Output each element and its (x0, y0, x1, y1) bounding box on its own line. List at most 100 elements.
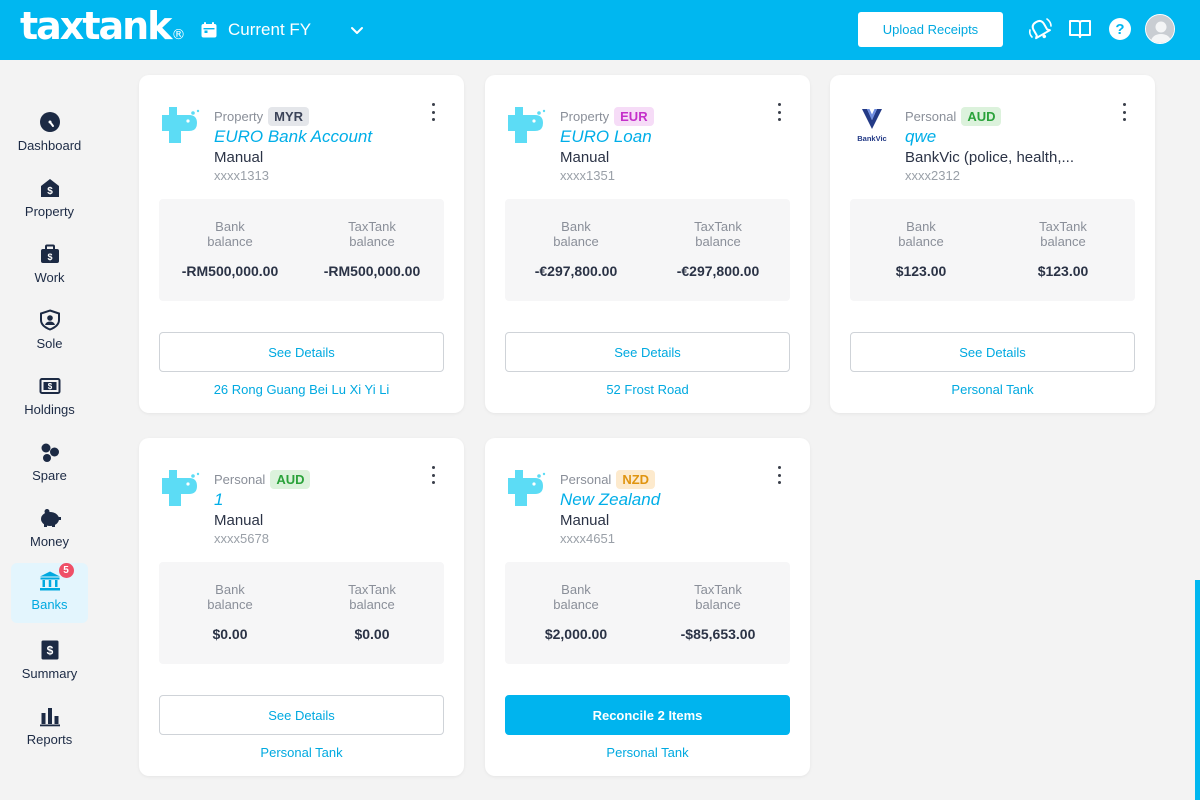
see-details-button[interactable]: See Details (159, 332, 444, 372)
calendar-icon (201, 22, 217, 38)
svg-text:BankVic: BankVic (857, 134, 886, 143)
more-options-icon[interactable] (1119, 103, 1129, 121)
currency-badge: NZD (616, 470, 656, 489)
taxtank-balance-value: -RM500,000.00 (323, 263, 421, 279)
tank-link[interactable]: Personal Tank (159, 745, 444, 760)
scrollbar[interactable] (1195, 580, 1200, 800)
sidebar-item-banks[interactable]: 5 Banks (11, 563, 88, 623)
reconcile-button[interactable]: Reconcile 2 Items (505, 695, 790, 735)
sidebar-item-reports[interactable]: Reports (11, 698, 88, 758)
holdings-icon: $ (38, 374, 62, 398)
property-icon: $ (38, 176, 62, 200)
upload-receipts-button[interactable]: Upload Receipts (858, 12, 1003, 47)
summary-icon: $ (38, 638, 62, 662)
bank-balance-label: Bank balance (553, 582, 599, 612)
piggy-bank-icon (38, 506, 62, 530)
bank-account-card[interactable]: BankVic Personal AUD qwe BankVic (police… (830, 75, 1155, 413)
taxtank-balance-label: TaxTank balance (1039, 219, 1087, 249)
spare-icon (38, 440, 62, 464)
account-type: Personal AUD (214, 470, 311, 489)
balances-panel: Bank balance $123.00 TaxTank balance $12… (850, 199, 1135, 301)
currency-badge: AUD (270, 470, 311, 489)
notification-badge: 5 (58, 563, 74, 578)
sidebar-item-holdings[interactable]: $ Holdings (11, 368, 88, 428)
sidebar-item-sole[interactable]: Sole (11, 302, 88, 362)
account-source: Manual (214, 149, 264, 166)
taxtank-balance-value: -€297,800.00 (676, 263, 760, 279)
account-type: Property EUR (560, 107, 654, 126)
taxtank-logo-icon (508, 107, 546, 143)
tank-link[interactable]: Personal Tank (850, 382, 1135, 397)
taxtank-logo-icon (508, 470, 546, 506)
taxtank-logo-icon (162, 107, 200, 143)
account-number: xxxx1313 (214, 168, 269, 183)
account-name[interactable]: 1 (214, 490, 223, 510)
fy-label: Current FY (228, 20, 312, 39)
currency-badge: AUD (961, 107, 1002, 126)
sidebar-item-dashboard[interactable]: Dashboard (11, 104, 88, 164)
sidebar-item-work[interactable]: $ Work (11, 236, 88, 296)
account-name[interactable]: New Zealand (560, 490, 660, 510)
account-type: Property MYR (214, 107, 310, 126)
taxtank-balance-label: TaxTank balance (348, 219, 396, 249)
taxtank-logo[interactable]: taxtank® (20, 4, 185, 57)
bank-balance-label: Bank balance (207, 219, 253, 249)
account-source: BankVic (police, health,... (905, 149, 1074, 166)
balances-panel: Bank balance $2,000.00 TaxTank balance -… (505, 562, 790, 664)
account-number: xxxx1351 (560, 168, 615, 183)
account-name[interactable]: EURO Bank Account (214, 127, 372, 147)
bank-balance-label: Bank balance (898, 219, 944, 249)
book-icon[interactable] (1067, 16, 1093, 42)
tank-link[interactable]: 26 Rong Guang Bei Lu Xi Yi Li (159, 382, 444, 397)
account-source: Manual (560, 512, 610, 529)
sidebar-item-money[interactable]: Money (11, 500, 88, 560)
top-bar: taxtank® Current FY Upload Receipts ? (0, 0, 1200, 60)
balances-panel: Bank balance $0.00 TaxTank balance $0.00 (159, 562, 444, 664)
more-options-icon[interactable] (428, 466, 438, 484)
fy-selector[interactable]: Current FY (200, 18, 365, 42)
more-options-icon[interactable] (774, 103, 784, 121)
bank-account-card[interactable]: Property EUR EURO Loan Manual xxxx1351 B… (485, 75, 810, 413)
svg-text:$: $ (47, 186, 53, 197)
svg-text:$: $ (46, 644, 53, 658)
see-details-button[interactable]: See Details (159, 695, 444, 735)
bank-account-card[interactable]: Personal AUD 1 Manual xxxx5678 Bank bala… (139, 438, 464, 776)
more-options-icon[interactable] (774, 466, 784, 484)
bank-balance-value: $123.00 (895, 263, 947, 279)
avatar[interactable] (1145, 14, 1175, 44)
taxtank-balance-label: TaxTank balance (348, 582, 396, 612)
bank-balance-label: Bank balance (207, 582, 253, 612)
account-name[interactable]: EURO Loan (560, 127, 652, 147)
account-name[interactable]: qwe (905, 127, 936, 147)
chevron-down-icon[interactable] (349, 22, 365, 38)
sole-icon (38, 308, 62, 332)
help-icon[interactable]: ? (1107, 16, 1133, 42)
bank-balance-label: Bank balance (553, 219, 599, 249)
svg-text:$: $ (47, 252, 52, 262)
bankvic-logo-icon: BankVic (857, 109, 887, 143)
taxtank-balance-label: TaxTank balance (694, 219, 742, 249)
svg-text:$: $ (47, 382, 52, 391)
see-details-button[interactable]: See Details (505, 332, 790, 372)
bank-account-card[interactable]: Personal NZD New Zealand Manual xxxx4651… (485, 438, 810, 776)
bank-balance-value: -RM500,000.00 (181, 263, 279, 279)
more-options-icon[interactable] (428, 103, 438, 121)
tank-link[interactable]: 52 Frost Road (505, 382, 790, 397)
bank-balance-value: -€297,800.00 (534, 263, 618, 279)
account-source: Manual (560, 149, 610, 166)
sidebar-item-property[interactable]: $ Property (11, 170, 88, 230)
account-number: xxxx4651 (560, 531, 615, 546)
see-details-button[interactable]: See Details (850, 332, 1135, 372)
notification-bell-icon[interactable] (1027, 16, 1053, 42)
taxtank-balance-value: -$85,653.00 (680, 626, 756, 642)
bank-account-card[interactable]: Property MYR EURO Bank Account Manual xx… (139, 75, 464, 413)
sidebar-item-spare[interactable]: Spare (11, 434, 88, 494)
reports-icon (38, 704, 62, 728)
dashboard-icon (38, 110, 62, 134)
sidebar-item-summary[interactable]: $ Summary (11, 632, 88, 692)
account-type: Personal NZD (560, 470, 656, 489)
tank-link[interactable]: Personal Tank (505, 745, 790, 760)
bank-balance-value: $0.00 (212, 626, 248, 642)
currency-badge: EUR (614, 107, 654, 126)
balances-panel: Bank balance -RM500,000.00 TaxTank balan… (159, 199, 444, 301)
